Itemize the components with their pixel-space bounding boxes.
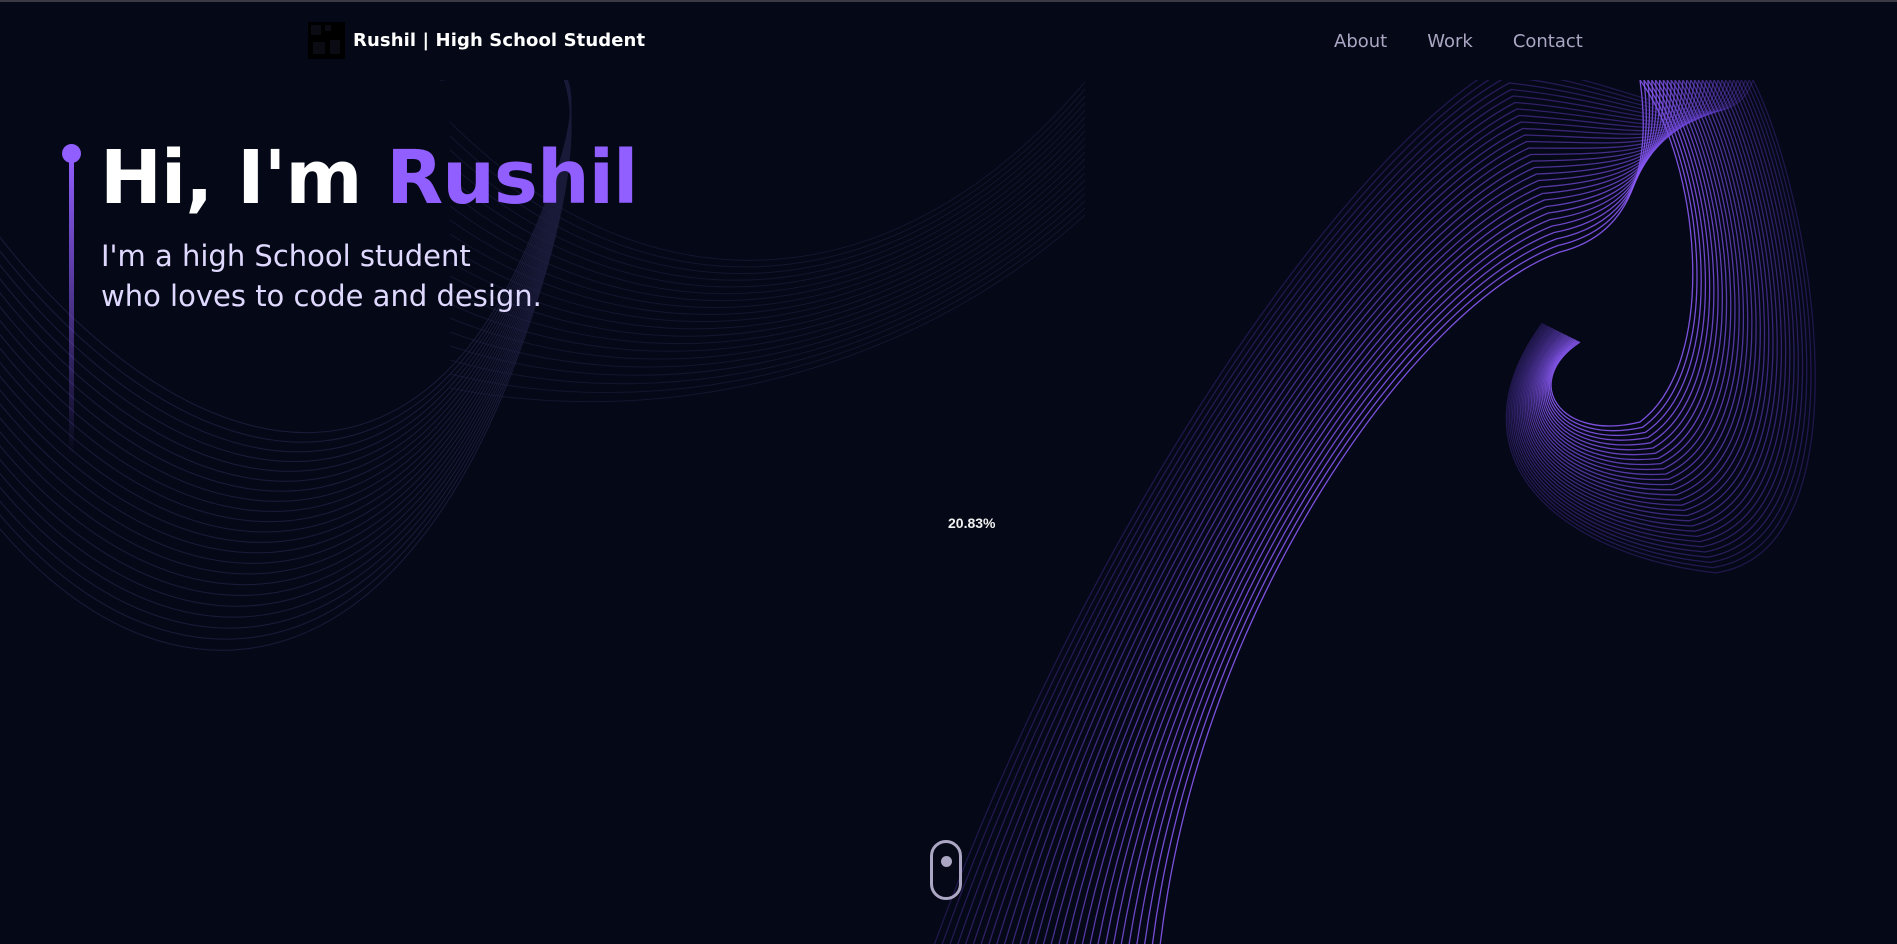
hero-subtitle-line1: I'm a high School student	[101, 239, 471, 273]
brand-name: Rushil	[353, 30, 423, 51]
brand-text: Rushil | High School Student	[353, 30, 645, 51]
navbar: Rushil | High School Student About Work …	[0, 2, 1897, 80]
nav-links: About Work Contact	[1334, 31, 1583, 52]
hero-accent-bar	[69, 156, 74, 456]
brand-tagline: | High School Student	[422, 30, 646, 51]
nav-link-about[interactable]: About	[1334, 31, 1387, 52]
nav-link-work[interactable]: Work	[1427, 31, 1473, 52]
logo-icon	[308, 22, 345, 59]
hero-title-name: Rushil	[386, 135, 638, 221]
nav-link-contact[interactable]: Contact	[1513, 31, 1583, 52]
scroll-dot	[941, 856, 952, 867]
loader-progress: 20.83%	[948, 515, 996, 531]
hero-accent-line	[62, 144, 82, 464]
hero-subtitle-line2: who loves to code and design.	[101, 279, 542, 313]
page: Rushil | High School Student About Work …	[0, 0, 1897, 944]
hero-title: Hi, I'm Rushil	[100, 130, 638, 226]
brand-link[interactable]: Rushil | High School Student	[308, 22, 645, 59]
hero-title-prefix: Hi, I'm	[100, 135, 387, 221]
hero-subtitle: I'm a high School student who loves to c…	[101, 236, 542, 316]
mouse-scroll-icon[interactable]	[930, 840, 962, 900]
